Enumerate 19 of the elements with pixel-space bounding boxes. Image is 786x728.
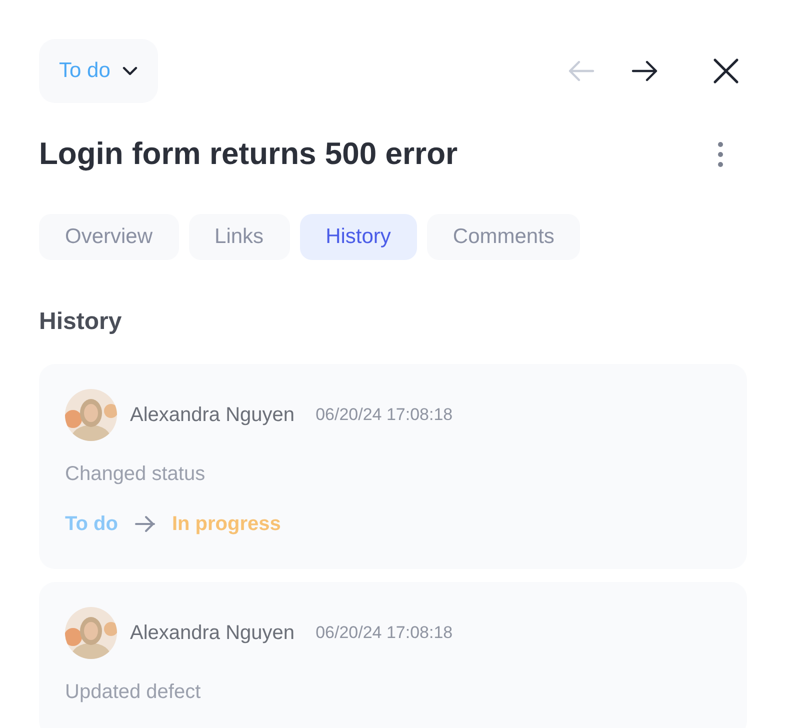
status-label: In progress (172, 512, 281, 536)
tab[interactable]: History (300, 214, 417, 260)
close-button[interactable] (713, 58, 739, 84)
author-name: Alexandra Nguyen (130, 402, 295, 428)
tab[interactable]: Links (188, 214, 290, 260)
section-heading: History (39, 306, 123, 336)
timestamp: 06/20/24 17:08:18 (316, 622, 453, 644)
next-button[interactable] (631, 58, 659, 84)
status-label: To do (65, 512, 118, 536)
issue-title: Login form returns 500 error (39, 135, 458, 173)
author-name: Alexandra Nguyen (130, 620, 295, 646)
history-action: Changed status (65, 462, 206, 486)
tab[interactable]: Comments (426, 214, 580, 260)
status-dropdown[interactable]: To do (39, 39, 158, 103)
chevron-down-icon (122, 66, 138, 76)
history-action: Updated defect (65, 680, 202, 704)
arrow-right-icon (134, 514, 156, 532)
tab[interactable]: Overview (39, 214, 179, 260)
timestamp: 06/20/24 17:08:18 (316, 404, 453, 426)
